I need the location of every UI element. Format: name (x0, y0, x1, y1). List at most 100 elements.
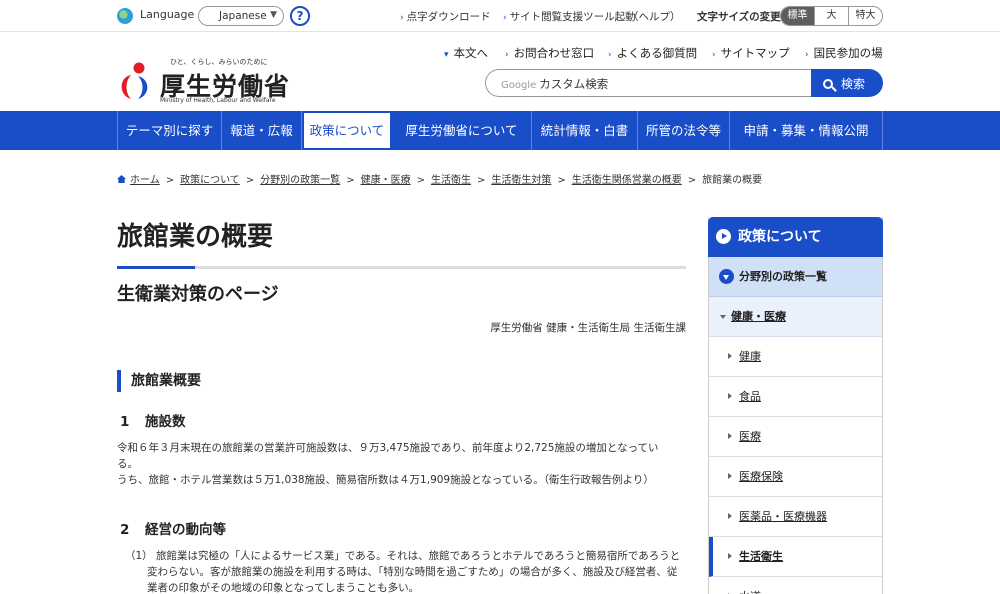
side-nav-item-sanitation[interactable]: 生活衛生 (709, 537, 882, 577)
breadcrumb-sanitation-measures[interactable]: 生活衛生対策 (491, 175, 551, 186)
side-nav-item-label: 健康 (739, 350, 761, 363)
font-size-standard-button[interactable]: 標準 (781, 7, 814, 25)
breadcrumb: ホーム > 政策について > 分野別の政策一覧 > 健康・医療 > 生活衛生 > 生活衛生対策 > 生活… (117, 171, 917, 186)
side-nav-policy-list[interactable]: 分野別の政策一覧 (709, 257, 882, 297)
sitemap-link[interactable]: › サイトマップ (712, 45, 790, 61)
nav-policy[interactable]: 政策について (302, 111, 392, 150)
utility-bar: Language Japanese ▼ ? › 点字ダウンロード › サイト閲覧支援… (0, 0, 1000, 32)
triangle-right-icon (728, 473, 732, 479)
triangle-right-icon (728, 393, 732, 399)
side-nav-item-medical[interactable]: 医療 (709, 417, 882, 457)
facility-count-text-3: うち、旅館・ホテル営業数は５万1,038施設、簡易宿所数は４万1,909施設とな… (117, 474, 654, 486)
chevron-right-icon: › (503, 13, 507, 23)
font-size-xlarge-button[interactable]: 特大 (848, 7, 882, 25)
accessibility-tool-label: サイト閲覧支援ツール起動 (509, 11, 636, 23)
side-nav-header[interactable]: 政策について (708, 217, 883, 257)
side-nav-item-pharma[interactable]: 医薬品・医療機器 (709, 497, 882, 537)
heading-text: 経営の動向等 (145, 522, 226, 538)
skip-to-content-label: 本文へ (453, 46, 489, 60)
chevron-right-icon: › (505, 50, 509, 60)
search-input[interactable]: Google カスタム検索 (485, 69, 813, 97)
facility-count-text-1: 令和６年３月末現在の旅館業の営業許可施設数は、９万3,475施設であり、前年度よ… (117, 442, 659, 454)
breadcrumb-separator: > (476, 175, 486, 186)
sitemap-label: サイトマップ (720, 46, 790, 60)
chevron-right-icon: › (608, 50, 612, 60)
logo-tagline: ひと、くらし、みらいのために (170, 58, 268, 66)
breadcrumb-home[interactable]: ホーム (130, 175, 160, 186)
help-link[interactable]: （ヘルプ） (628, 9, 681, 24)
heading-number: 1 (120, 414, 130, 430)
site-header: ひと、くらし、みらいのために 厚生労働省 Ministry of Health,… (0, 33, 1000, 111)
triangle-right-icon (728, 553, 732, 559)
chevron-right-icon: › (400, 13, 404, 23)
department-name: 厚生労働省 健康・生活衛生局 生活衛生課 (490, 322, 686, 334)
side-nav-policy-list-label: 分野別の政策一覧 (739, 270, 827, 283)
side-nav-item-label: 医療 (739, 430, 761, 443)
business-trend-heading: 2 経営の動向等 (117, 518, 226, 538)
search-button[interactable]: 検索 (811, 69, 883, 97)
side-nav-header-label: 政策について (738, 229, 822, 245)
side-nav-item-label: 生活衛生 (739, 550, 783, 563)
breadcrumb-policy[interactable]: 政策について (180, 175, 240, 186)
mhlw-logo-icon[interactable] (117, 61, 153, 101)
nav-statistics[interactable]: 統計情報・白書 (532, 111, 638, 150)
globe-icon (117, 8, 133, 24)
chevron-right-icon: › (712, 50, 716, 60)
braille-download-label: 点字ダウンロード (406, 11, 491, 23)
heading-number: 2 (120, 522, 130, 538)
side-nav-item-label: 食品 (739, 390, 761, 403)
breadcrumb-separator: > (687, 175, 697, 186)
heading-text: 施設数 (145, 414, 186, 430)
section-heading: 旅館業概要 (117, 370, 201, 392)
side-nav-health-medical-label: 健康・医療 (731, 310, 786, 323)
side-nav-item-medical-insurance[interactable]: 医療保険 (709, 457, 882, 497)
chevron-down-icon: ▼ (270, 10, 277, 20)
chevron-down-icon: ▾ (444, 50, 449, 60)
breadcrumb-separator: > (245, 175, 255, 186)
chevron-right-icon: › (805, 50, 809, 60)
breadcrumb-separator: > (557, 175, 566, 186)
public-participation-label: 国民参加の場 (813, 46, 883, 60)
side-nav-health-medical[interactable]: 健康・医療 (709, 297, 882, 337)
public-participation-link[interactable]: › 国民参加の場 (805, 45, 883, 61)
font-size-label: 文字サイズの変更 (697, 11, 781, 23)
triangle-down-icon (720, 315, 726, 319)
global-nav: テーマ別に探す 報道・広報 政策について 厚生労働省について 統計情報・白書 所… (0, 111, 1000, 150)
side-nav-item-food[interactable]: 食品 (709, 377, 882, 417)
language-help-button[interactable]: ? (290, 6, 310, 26)
braille-download-link[interactable]: › 点字ダウンロード (400, 9, 491, 24)
side-nav-item-water[interactable]: 水道 (709, 577, 882, 594)
nav-press[interactable]: 報道・広報 (222, 111, 302, 150)
breadcrumb-sanitation[interactable]: 生活衛生 (431, 175, 471, 186)
skip-to-content-link[interactable]: ▾ 本文へ (444, 45, 488, 61)
nav-laws[interactable]: 所管の法令等 (638, 111, 730, 150)
business-trend-item-1: （1） 旅館業は究極の「人によるサービス業」である。それは、旅館であろうとホテル… (125, 550, 681, 594)
triangle-right-icon (728, 433, 732, 439)
faq-link[interactable]: › よくある御質問 (608, 45, 697, 61)
side-nav: 政策について 分野別の政策一覧 健康・医療 健康 食品 医療 医療保険 医薬品・… (708, 217, 883, 594)
language-select[interactable]: Japanese ▼ (198, 6, 284, 26)
arrow-circle-right-icon (716, 229, 731, 244)
side-nav-item-label: 医療保険 (739, 470, 783, 483)
nav-theme[interactable]: テーマ別に探す (117, 111, 222, 150)
side-nav-item-label: 水道 (739, 590, 761, 594)
facility-count-text-2: る。 (117, 458, 138, 470)
accessibility-tool-link[interactable]: › サイト閲覧支援ツール起動 (503, 9, 636, 24)
side-nav-item-label: 医薬品・医療機器 (739, 510, 827, 523)
breadcrumb-health-medical[interactable]: 健康・医療 (361, 175, 411, 186)
font-size-large-button[interactable]: 大 (814, 7, 848, 25)
logo-english-name: Ministry of Health, Labour and Welfare (160, 97, 276, 104)
nav-applications[interactable]: 申請・募集・情報公開 (730, 111, 883, 150)
language-label: Language (140, 8, 195, 21)
nav-about[interactable]: 厚生労働省について (392, 111, 532, 150)
contact-link[interactable]: › お問合わせ窓口 (505, 45, 594, 61)
breadcrumb-sanitation-business[interactable]: 生活衛生関係営業の概要 (572, 175, 682, 186)
side-nav-item-health[interactable]: 健康 (709, 337, 882, 377)
breadcrumb-separator: > (165, 175, 175, 186)
search-icon (823, 79, 833, 89)
search-button-label: 検索 (841, 77, 866, 91)
home-icon (117, 175, 126, 183)
title-divider (117, 266, 686, 269)
breadcrumb-separator: > (346, 175, 355, 186)
breadcrumb-policy-list[interactable]: 分野別の政策一覧 (260, 175, 340, 186)
